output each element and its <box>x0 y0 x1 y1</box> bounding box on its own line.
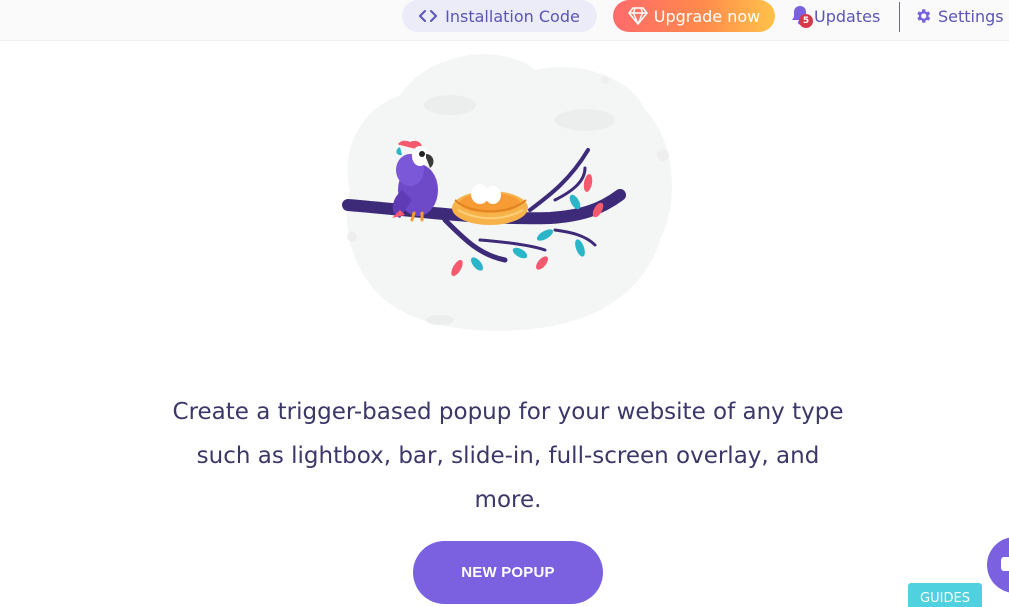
settings-link[interactable]: Settings <box>914 4 1004 28</box>
chat-launcher-button[interactable] <box>987 537 1009 593</box>
code-icon <box>419 9 438 23</box>
top-bar: Installation Code Upgrade now 5 Updates <box>0 0 1009 41</box>
empty-state-description: Create a trigger-based popup for your we… <box>172 399 844 513</box>
installation-code-button[interactable]: Installation Code <box>402 0 597 32</box>
upgrade-now-button[interactable]: Upgrade now <box>613 0 775 32</box>
upgrade-now-label: Upgrade now <box>653 6 761 26</box>
new-popup-button[interactable]: NEW POPUP <box>413 541 603 604</box>
updates-link[interactable]: 5 Updates <box>790 4 880 28</box>
empty-state-illustration <box>330 50 690 340</box>
updates-count-badge: 5 <box>799 14 813 28</box>
gear-icon <box>914 7 932 25</box>
guides-tab[interactable]: GUIDES <box>908 583 982 607</box>
installation-code-label: Installation Code <box>445 6 580 26</box>
settings-label: Settings <box>938 6 1004 26</box>
diamond-icon <box>627 7 648 25</box>
header-divider <box>899 2 900 32</box>
chat-icon <box>1001 557 1009 571</box>
updates-label: Updates <box>814 6 881 26</box>
bell-icon: 5 <box>790 4 814 28</box>
